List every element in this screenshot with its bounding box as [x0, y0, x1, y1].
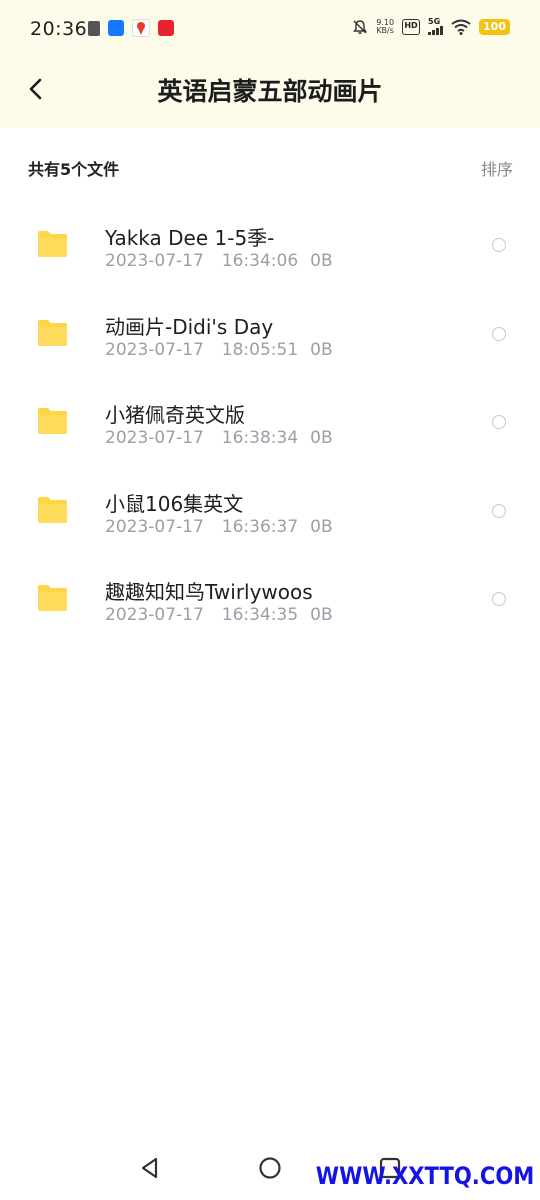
folder-icon — [38, 585, 67, 611]
file-time: 18:05:51 — [221, 339, 299, 360]
file-size: 0B — [310, 516, 333, 537]
wifi-icon — [451, 19, 471, 35]
file-list: Yakka Dee 1-5季- 2023-07-17 16:34:06 0B 动… — [0, 200, 540, 643]
status-bar: 20:36 9.10 KB/s HD 5G 100 — [0, 0, 540, 58]
net-speed: 9.10 KB/s — [376, 18, 394, 35]
file-size: 0B — [310, 605, 333, 625]
network-type: 5G — [428, 17, 441, 26]
file-date: 2023-07-17 — [105, 428, 204, 448]
select-radio[interactable] — [492, 415, 506, 429]
file-date: 2023-07-17 — [105, 339, 204, 360]
list-item[interactable]: Yakka Dee 1-5季- 2023-07-17 16:34:06 0B — [0, 200, 540, 289]
clipboard-icon — [88, 20, 100, 36]
list-item[interactable]: 动画片-Didi's Day 2023-07-17 18:05:51 0B — [0, 289, 540, 378]
select-radio[interactable] — [492, 326, 506, 341]
select-radio[interactable] — [492, 238, 506, 252]
file-date: 2023-07-17 — [105, 605, 204, 625]
file-name: 小鼠106集英文 — [105, 491, 244, 516]
select-radio[interactable] — [492, 503, 506, 518]
file-name: Yakka Dee 1-5季- — [105, 226, 275, 250]
select-radio[interactable] — [492, 592, 506, 606]
folder-icon — [38, 319, 67, 346]
file-meta: 2023-07-17 16:36:37 0B — [105, 517, 333, 537]
page-title: 英语启蒙五部动画片 — [157, 77, 383, 106]
file-size: 0B — [310, 339, 333, 360]
file-meta: 2023-07-17 16:38:34 0B — [105, 428, 333, 448]
file-time: 16:34:06 — [221, 251, 299, 271]
map-pin-icon — [132, 19, 150, 37]
battery-indicator: 100 — [479, 18, 510, 35]
list-item[interactable]: 趣趣知知鸟Twirlywoos 2023-07-17 16:34:35 0B — [0, 554, 540, 643]
folder-icon — [38, 496, 67, 523]
file-meta: 2023-07-17 16:34:35 0B — [105, 605, 333, 625]
file-size: 0B — [310, 251, 333, 271]
folder-icon — [38, 231, 67, 257]
app-header: 英语启蒙五部动画片 — [0, 58, 540, 128]
file-time: 16:34:35 — [221, 605, 299, 625]
nav-back-icon[interactable] — [138, 1156, 162, 1180]
file-time: 16:38:34 — [221, 428, 299, 448]
app-badge-icon — [158, 20, 174, 36]
file-count-label: 共有5个文件 — [28, 160, 120, 179]
list-item[interactable]: 小猪佩奇英文版 2023-07-17 16:38:34 0B — [0, 377, 540, 466]
file-name: 小猪佩奇英文版 — [105, 403, 245, 427]
status-right: 9.10 KB/s HD 5G 100 — [352, 18, 510, 35]
file-meta: 2023-07-17 16:34:06 0B — [105, 251, 333, 271]
alipay-icon — [108, 20, 124, 36]
net-speed-unit: KB/s — [376, 25, 394, 35]
folder-icon — [38, 408, 67, 434]
file-name: 动画片-Didi's Day — [105, 314, 274, 339]
file-meta: 2023-07-17 18:05:51 0B — [105, 340, 333, 360]
file-time: 16:36:37 — [221, 516, 299, 537]
watermark: WWW.XXTTQ.COM — [315, 1162, 534, 1190]
list-item[interactable]: 小鼠106集英文 2023-07-17 16:36:37 0B — [0, 466, 540, 555]
file-date: 2023-07-17 — [105, 516, 204, 537]
mute-bell-icon — [353, 19, 368, 34]
status-time: 20:36 — [30, 18, 88, 40]
file-date: 2023-07-17 — [105, 251, 204, 271]
nav-home-icon[interactable] — [258, 1156, 282, 1180]
file-size: 0B — [310, 428, 333, 448]
file-name: 趣趣知知鸟Twirlywoos — [105, 580, 313, 604]
hd-icon: HD — [402, 18, 421, 35]
list-toolbar: 共有5个文件 排序 — [0, 128, 540, 204]
notification-icons — [88, 19, 174, 37]
signal-bars-icon — [428, 26, 444, 35]
sort-button[interactable]: 排序 — [481, 156, 513, 180]
network-signal: 5G — [428, 17, 444, 35]
